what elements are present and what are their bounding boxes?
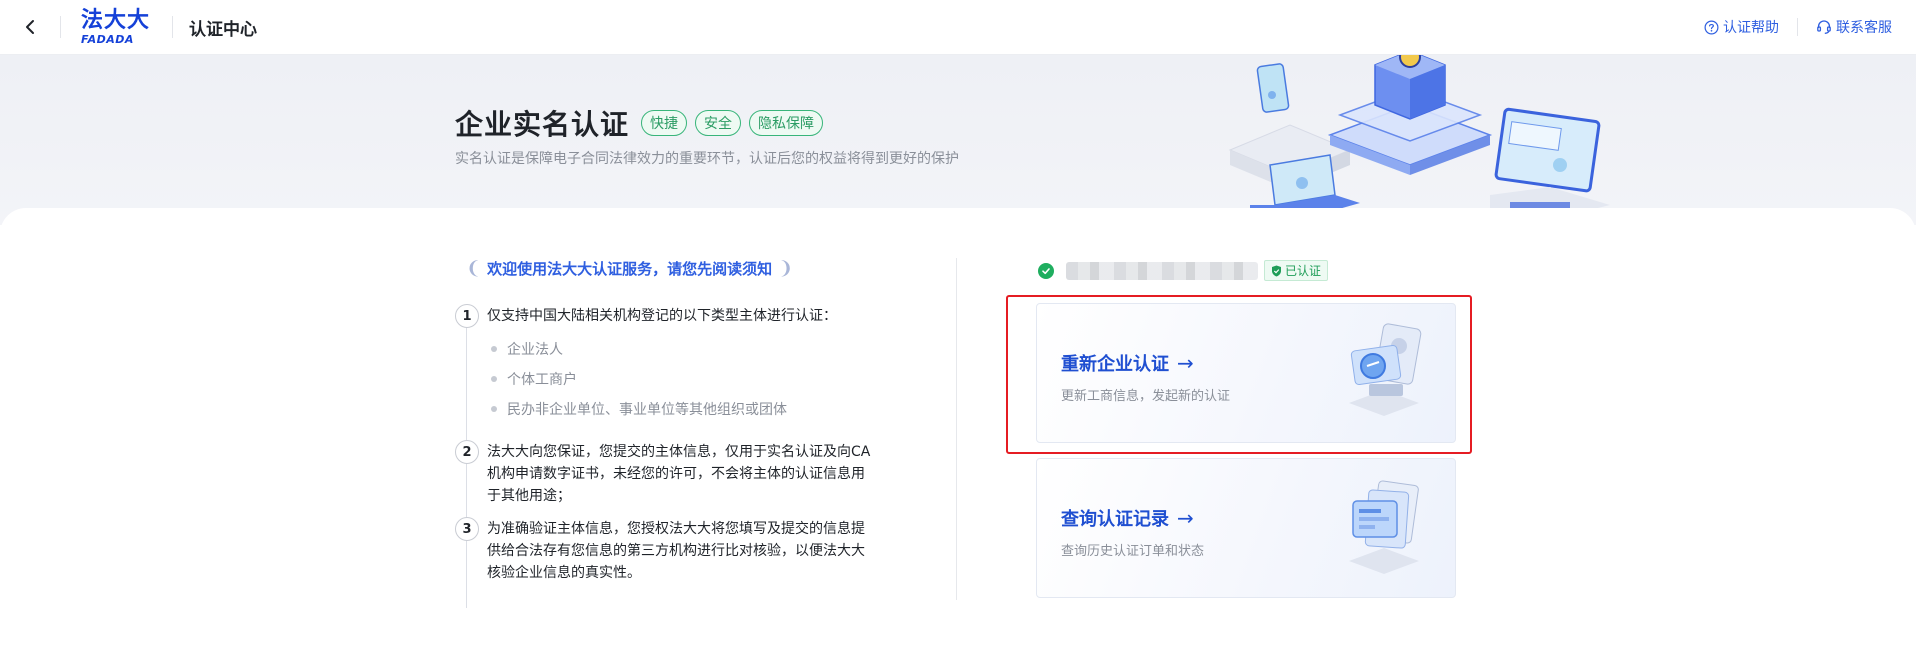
step-text: 为准确验证主体信息，您授权法大大将您填写及提交的信息提供给合法存有您信息的第三方… — [487, 521, 865, 581]
step-text: 法大大向您保证，您提交的主体信息，仅用于实名认证及向CA机构申请数字证书，未经您… — [487, 444, 871, 504]
card-title-text: 查询认证记录 — [1061, 509, 1169, 530]
list-item-label: 个体工商户 — [507, 372, 577, 388]
customer-service-link[interactable]: 联系客服 — [1816, 17, 1892, 37]
notice-step-1: 1 仅支持中国大陆相关机构登记的以下类型主体进行认证： — [455, 304, 875, 328]
arrow-right-icon: → — [1177, 506, 1194, 530]
laurel-right-icon: ❩ — [778, 258, 794, 279]
masked-company-name — [1066, 261, 1258, 280]
hero-banner: 企业实名认证 快捷 安全 隐私保障 实名认证是保障电子合同法律效力的重要环节，认… — [0, 55, 1916, 225]
banner-title: 企业实名认证 — [455, 108, 630, 141]
logo-en: FADADA — [81, 32, 134, 46]
tag-fast: 快捷 — [641, 110, 688, 136]
bullet-icon — [491, 346, 497, 352]
notice-steps: 1 仅支持中国大陆相关机构登记的以下类型主体进行认证： 企业法人 个体工商户 民… — [455, 304, 875, 608]
list-item-label: 民办非企业单位、事业单位等其他组织或团体 — [507, 402, 787, 418]
step-text: 仅支持中国大陆相关机构登记的以下类型主体进行认证： — [487, 308, 837, 324]
check-circle-icon — [1038, 262, 1054, 279]
tag-safe: 安全 — [695, 110, 742, 136]
verified-label: 已认证 — [1285, 264, 1322, 278]
header-divider — [1797, 18, 1798, 36]
top-bar: 法大大 FADADA 认证中心 认证帮助 联系客服 — [0, 0, 1916, 55]
notice-title-text: 欢迎使用法大大认证服务，请您先阅读须知 — [487, 260, 773, 278]
notice-step-2: 2 法大大向您保证，您提交的主体信息，仅用于实名认证及向CA机构申请数字证书，未… — [455, 440, 875, 507]
account-row: 已认证 — [1038, 260, 1329, 281]
main-panel: ❨ 欢迎使用法大大认证服务，请您先阅读须知 ❩ 1 仅支持中国大陆相关机构登记的… — [0, 208, 1916, 662]
bullet-icon — [491, 406, 497, 412]
header-divider — [172, 16, 174, 38]
headset-icon — [1817, 20, 1831, 34]
entity-type-list: 企业法人 个体工商户 民办非企业单位、事业单位等其他组织或团体 — [487, 334, 875, 424]
back-button[interactable] — [0, 0, 60, 55]
logo-cn: 法大大 — [81, 7, 151, 33]
tag-privacy: 隐私保障 — [749, 110, 824, 136]
page-title: 认证中心 — [189, 19, 258, 40]
fadada-logo[interactable]: 法大大 FADADA — [81, 7, 151, 46]
list-item-label: 企业法人 — [507, 342, 563, 358]
step-number: 1 — [455, 304, 479, 328]
notice-step-3: 3 为准确验证主体信息，您授权法大大将您填写及提交的信息提供给合法存有您信息的第… — [455, 517, 875, 584]
step-number: 3 — [455, 517, 479, 541]
card-description: 查询历史认证订单和状态 — [1061, 544, 1205, 559]
help-link[interactable]: 认证帮助 — [1704, 17, 1779, 37]
header-divider — [60, 16, 61, 38]
notice-title: ❨ 欢迎使用法大大认证服务，请您先阅读须知 ❩ — [460, 258, 799, 279]
list-item: 民办非企业单位、事业单位等其他组织或团体 — [487, 394, 875, 424]
chevron-left-icon — [26, 20, 34, 34]
banner-subtitle: 实名认证是保障电子合同法律效力的重要环节，认证后您的权益将得到更好的保护 — [455, 151, 959, 167]
card-title: 查询认证记录 → — [1061, 505, 1194, 531]
laurel-left-icon: ❨ — [466, 258, 482, 279]
banner-illustration-icon — [1228, 55, 1610, 220]
verified-badge: 已认证 — [1264, 260, 1329, 281]
shield-check-icon — [1272, 265, 1281, 276]
help-label: 认证帮助 — [1723, 20, 1779, 36]
question-circle-icon — [1704, 20, 1719, 34]
column-divider — [956, 258, 957, 600]
step-number: 2 — [455, 440, 479, 464]
selection-highlight — [1006, 295, 1472, 454]
query-records-card[interactable]: 查询认证记录 → 查询历史认证订单和状态 — [1036, 458, 1456, 598]
list-item: 个体工商户 — [487, 364, 875, 394]
bullet-icon — [491, 376, 497, 382]
records-icon — [1349, 480, 1419, 574]
list-item: 企业法人 — [487, 334, 875, 364]
service-label: 联系客服 — [1836, 20, 1892, 36]
